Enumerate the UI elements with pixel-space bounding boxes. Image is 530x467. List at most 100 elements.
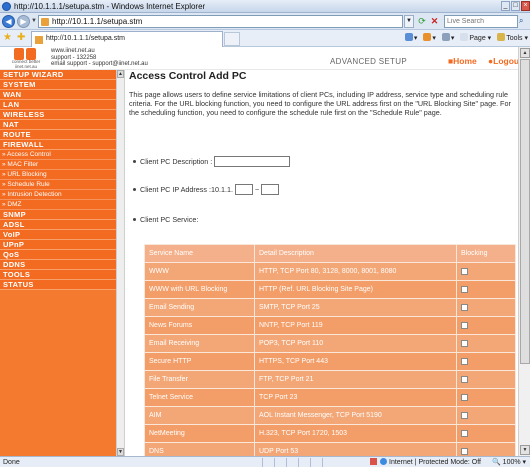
table-row: WWW with URL Blocking HTTP (Ref. URL Bloc…: [144, 280, 516, 299]
blocking-checkbox[interactable]: [461, 375, 468, 383]
new-tab-button[interactable]: [224, 32, 240, 46]
back-button[interactable]: ◀: [2, 15, 15, 28]
sidebar-item-schedule-rule[interactable]: » Schedule Rule: [0, 180, 116, 190]
blocking-checkbox[interactable]: [461, 447, 468, 455]
service-name-cell: AIM: [144, 406, 255, 425]
table-row: DNS UDP Port 53: [144, 442, 516, 456]
sidebar-item-wireless[interactable]: WIRELESS: [0, 110, 116, 120]
client-desc-row: Client PC Description :: [133, 156, 291, 167]
url-text: http://10.1.1.1/setupa.stm: [52, 17, 143, 26]
col-detail-description: Detail Description: [254, 244, 457, 263]
home-icon[interactable]: ▾: [404, 33, 417, 42]
blocking-checkbox[interactable]: [461, 411, 468, 419]
frame-scroll-up-icon[interactable]: ▲: [117, 70, 124, 78]
client-desc-input[interactable]: [214, 156, 291, 167]
blocking-checkbox[interactable]: [461, 429, 468, 437]
sidebar-item-intrusion-detection[interactable]: » Intrusion Detection: [0, 190, 116, 200]
sidebar-item-upnp[interactable]: UPnP: [0, 240, 116, 250]
add-favorites-icon[interactable]: ✚: [17, 32, 25, 43]
logout-link[interactable]: ●Logout: [488, 56, 522, 66]
service-name-cell: DNS: [144, 442, 255, 456]
service-detail-cell: TCP Port 23: [254, 388, 457, 407]
sidebar-item-access-control[interactable]: » Access Control: [0, 150, 116, 160]
minimize-icon[interactable]: _: [501, 1, 510, 11]
ie-logo-icon: [2, 2, 11, 11]
search-field[interactable]: [444, 15, 518, 28]
client-service-row: Client PC Service:: [133, 215, 198, 224]
service-detail-cell: HTTP, TCP Port 80, 3128, 8000, 8001, 808…: [254, 262, 457, 281]
page-menu-label: Page: [469, 35, 486, 42]
contact-email: email support - support@iinet.net.au: [51, 61, 148, 67]
home-link[interactable]: ■Home: [448, 56, 477, 66]
table-row: WWW HTTP, TCP Port 80, 3128, 8000, 8001, …: [144, 262, 516, 281]
blocking-checkbox[interactable]: [461, 357, 468, 365]
window-titlebar: http://10.1.1.1/setupa.stm - Windows Int…: [0, 0, 530, 13]
service-name-cell: Telnet Service: [144, 388, 255, 407]
table-row: Email Receiving POP3, TCP Port 110: [144, 334, 516, 353]
router-header: connect better iinet.net.au www.iinet.ne…: [0, 47, 522, 70]
page-title: Access Control Add PC: [129, 70, 247, 82]
col-blocking: Blocking: [456, 244, 516, 263]
blocking-cell: [456, 424, 516, 443]
browser-tab[interactable]: http://10.1.1.1/setupa.stm: [31, 31, 223, 47]
sidebar-item-voip[interactable]: VoIP: [0, 230, 116, 240]
sidebar-item-nat[interactable]: NAT: [0, 120, 116, 130]
blocking-checkbox[interactable]: [461, 303, 468, 311]
maximize-icon[interactable]: □: [511, 1, 520, 11]
sidebar-item-status[interactable]: STATUS: [0, 280, 116, 290]
url-dropdown-icon[interactable]: ▼: [404, 15, 414, 28]
sidebar-item-ddns[interactable]: DDNS: [0, 260, 116, 270]
sidebar-item-adsl[interactable]: ADSL: [0, 220, 116, 230]
table-row: NetMeeting H.323, TCP Port 1720, 1503: [144, 424, 516, 443]
blocking-checkbox[interactable]: [461, 339, 468, 347]
service-name-cell: Email Sending: [144, 298, 255, 317]
service-name-cell: WWW: [144, 262, 255, 281]
tools-menu[interactable]: Tools ▾: [497, 33, 528, 42]
sidebar-item-dmz[interactable]: » DMZ: [0, 200, 116, 210]
search-input[interactable]: [445, 16, 517, 27]
sidebar-item-tools[interactable]: TOOLS: [0, 270, 116, 280]
close-icon[interactable]: ×: [521, 1, 530, 11]
tools-menu-label: Tools: [506, 35, 523, 42]
command-bar: ▾ ▾ ▾ Page ▾ Tools ▾: [404, 33, 528, 42]
sidebar-item-snmp[interactable]: SNMP: [0, 210, 116, 220]
blocking-checkbox[interactable]: [461, 393, 468, 401]
history-dropdown-icon[interactable]: ▼: [31, 18, 37, 24]
zone-label: Internet | Protected Mode: Off: [389, 459, 481, 466]
ip-end-input[interactable]: [261, 184, 280, 195]
table-row: AIM AOL Instant Messenger, TCP Port 5190: [144, 406, 516, 425]
scroll-up-icon[interactable]: ▲: [520, 48, 530, 58]
blocking-checkbox[interactable]: [461, 267, 468, 275]
print-icon[interactable]: ▾: [441, 33, 454, 42]
sidebar-item-firewall[interactable]: FIREWALL: [0, 140, 116, 150]
url-input[interactable]: http://10.1.1.1/setupa.stm: [38, 15, 403, 28]
page-scrollbar[interactable]: ▲ ▼: [518, 47, 530, 456]
frame-scroll-down-icon[interactable]: ▼: [117, 448, 124, 456]
frame-scrollbar[interactable]: ▲ ▼: [116, 70, 125, 456]
refresh-icon[interactable]: ⟳: [416, 15, 428, 28]
sidebar-item-system[interactable]: SYSTEM: [0, 80, 116, 90]
sidebar-item-route[interactable]: ROUTE: [0, 130, 116, 140]
sidebar-item-mac-filter[interactable]: » MAC Filter: [0, 160, 116, 170]
sidebar-item-setup-wizard[interactable]: SETUP WIZARD: [0, 70, 116, 80]
scroll-down-icon[interactable]: ▼: [520, 445, 530, 455]
sidebar-item-url-blocking[interactable]: » URL Blocking: [0, 170, 116, 180]
blocking-cell: [456, 442, 516, 456]
favorites-star-icon[interactable]: ★: [3, 32, 12, 43]
table-row: Email Sending SMTP, TCP Port 25: [144, 298, 516, 317]
zoom-level[interactable]: 🔍 100% ▾: [492, 458, 526, 467]
scroll-thumb[interactable]: [520, 59, 530, 364]
sidebar-nav: SETUP WIZARD SYSTEM WAN LAN WIRELESS NAT ROUTE…: [0, 70, 116, 456]
blocking-checkbox[interactable]: [461, 321, 468, 329]
sidebar-item-wan[interactable]: WAN: [0, 90, 116, 100]
feeds-icon[interactable]: ▾: [423, 33, 436, 42]
search-icon[interactable]: ⌕: [519, 16, 523, 26]
sidebar-item-lan[interactable]: LAN: [0, 100, 116, 110]
ip-start-input[interactable]: [234, 184, 253, 195]
page-menu[interactable]: Page ▾: [460, 33, 491, 42]
forward-button[interactable]: ▶: [17, 15, 30, 28]
sidebar-item-qos[interactable]: QoS: [0, 250, 116, 260]
security-zone[interactable]: Internet | Protected Mode: Off: [370, 458, 481, 467]
stop-icon[interactable]: ✕: [429, 15, 440, 28]
blocking-checkbox[interactable]: [461, 285, 468, 293]
